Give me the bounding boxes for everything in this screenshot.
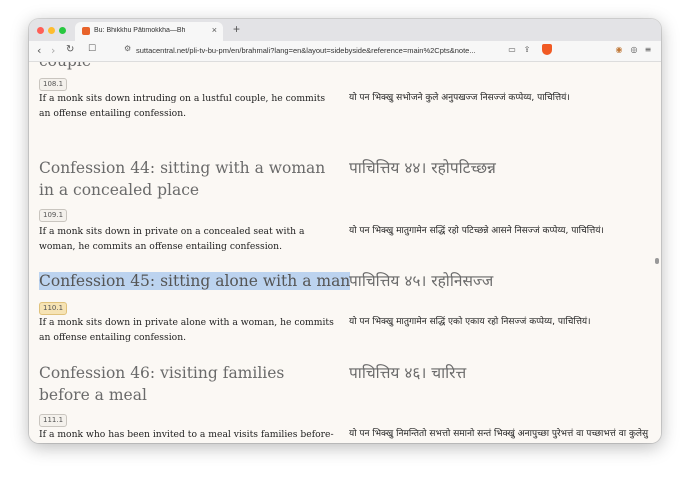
address-bar[interactable]: ⚙ suttacentral.net/pli-tv-bu-pm/en/brahm… (124, 44, 554, 58)
section-heading-pali: पाचित्तिय ४६। चारित्त (349, 364, 467, 382)
pali-text: यो पन भिक्खु मातुगामेन सद्धिं रहो पटिच्छ… (349, 226, 604, 236)
section-heading-pali: पाचित्तिय ४४। रहोपटिच्छन्न (349, 159, 496, 177)
page-content: couple 108.1 If a monk sits down intrudi… (29, 62, 661, 443)
section-heading-english: Confession 46: visiting families before … (39, 364, 285, 404)
reload-icon[interactable]: ↻ (66, 44, 74, 55)
english-text: If a monk sits down in private on a conc… (39, 226, 305, 252)
tab-close-icon[interactable]: × (212, 25, 217, 35)
english-text: If a monk who has been invited to a meal… (39, 429, 334, 440)
extension-icon[interactable]: ◉ (614, 45, 624, 54)
menu-icon[interactable]: ≡ (643, 45, 653, 54)
pali-text: यो पन भिक्खु निमन्तितो सभत्तो समानो सन्त… (349, 429, 649, 439)
segment-reference-highlighted[interactable]: 110.1 (39, 302, 68, 315)
bookmark-icon[interactable]: ☐ (88, 44, 96, 54)
selected-text: Confession 45: sitting alone with a man (39, 272, 351, 290)
segment-reference[interactable]: 109.1 (39, 209, 68, 222)
toolbar: ‹ › ↻ ☐ ⚙ suttacentral.net/pli-tv-bu-pm/… (29, 41, 661, 62)
scrollbar-thumb[interactable] (655, 258, 659, 264)
pali-text: यो पन भिक्खु सभोजने कुले अनुपखज्ज निसज्ज… (349, 93, 570, 103)
section-heading-english: Confession 44: sitting with a woman in a… (39, 159, 326, 199)
brave-shields-icon[interactable] (542, 44, 552, 55)
english-text: If a monk sits down intruding on a lustf… (39, 93, 326, 119)
back-icon[interactable]: ‹ (37, 44, 41, 57)
forward-icon[interactable]: › (51, 44, 55, 57)
zoom-window-button[interactable] (59, 27, 66, 34)
close-window-button[interactable] (37, 27, 44, 34)
tab-bar: Bu: Bhikkhu Pātimokkha—Bh × + (29, 19, 661, 41)
section-heading-english: Confession 45: sitting alone with a man (39, 270, 351, 292)
browser-window: Bu: Bhikkhu Pātimokkha—Bh × + ‹ › ↻ ☐ ⚙ … (29, 19, 661, 443)
url-text[interactable]: suttacentral.net/pli-tv-bu-pm/en/brahmal… (136, 46, 476, 55)
segment-reference[interactable]: 111.1 (39, 414, 68, 427)
section-heading-pali: पाचित्तिय ४५। रहोनिसज्ज (349, 272, 494, 290)
minimize-window-button[interactable] (48, 27, 55, 34)
share-icon[interactable]: ⇪ (522, 45, 532, 54)
reader-mode-icon[interactable]: ▭ (507, 45, 517, 54)
tab-title: Bu: Bhikkhu Pātimokkha—Bh (94, 27, 186, 34)
new-tab-button[interactable]: + (233, 22, 240, 36)
partial-heading: couple (39, 62, 91, 72)
segment-reference[interactable]: 108.1 (39, 78, 68, 91)
pali-text: यो पन भिक्खु मातुगामेन सद्धिं एको एकाय र… (349, 317, 591, 327)
site-settings-icon[interactable]: ⚙ (124, 44, 131, 53)
suttacentral-favicon-icon (82, 27, 90, 35)
tab-active[interactable]: Bu: Bhikkhu Pātimokkha—Bh × (75, 22, 223, 41)
english-text: If a monk sits down in private alone wit… (39, 317, 334, 343)
wallet-icon[interactable]: ◎ (629, 45, 639, 54)
